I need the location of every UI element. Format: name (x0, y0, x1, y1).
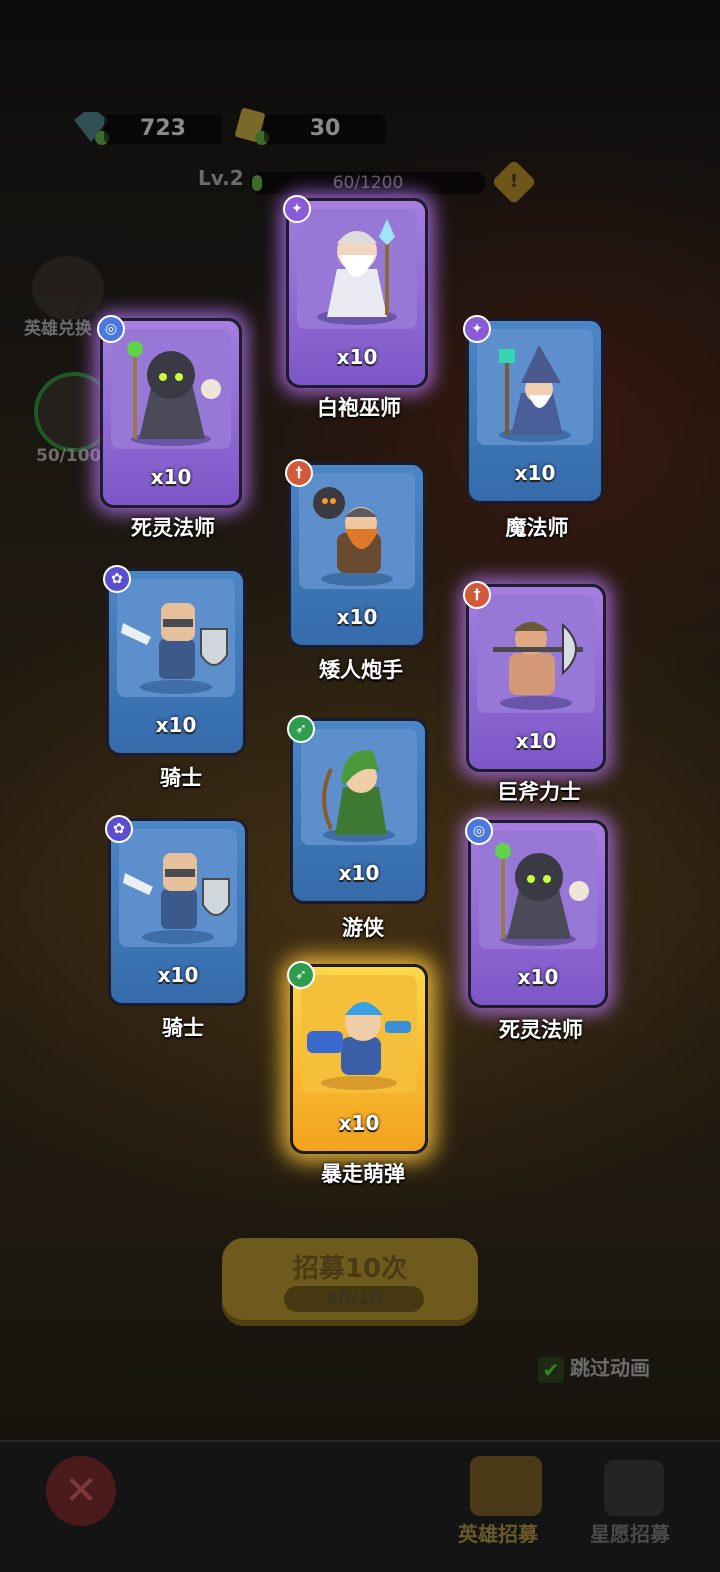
arcane-class-icon: ✦ (283, 195, 311, 223)
hero-card[interactable]: x10 ✿ (105, 815, 248, 1006)
close-icon[interactable]: ✕ (46, 1456, 116, 1526)
hero-count: x10 (336, 605, 378, 629)
hero-name: 矮人炮手 (319, 658, 403, 682)
paw-class-icon: ✿ (103, 565, 131, 593)
hero-portrait-rampage-bomber (301, 975, 417, 1093)
arcane-class-icon: ✦ (463, 315, 491, 343)
checkbox-icon: ✔ (538, 1356, 564, 1383)
dagger-class-icon: † (285, 459, 313, 487)
hero-portrait-knight (117, 579, 235, 697)
hero-card[interactable]: x10 ➶ (287, 715, 428, 904)
hero-count: x10 (514, 461, 556, 485)
dagger-class-icon: † (463, 581, 491, 609)
necromancer-figure-icon (495, 843, 589, 946)
paw-class-icon: ✿ (105, 815, 133, 843)
hero-card[interactable]: x10 † (463, 581, 606, 772)
skip-animation-toggle[interactable]: ✔ 跳过动画 (538, 1352, 650, 1383)
spiral-class-icon: ◎ (97, 315, 125, 343)
knight-figure-icon (121, 603, 228, 694)
hero-count: x10 (155, 713, 197, 737)
mage-figure-icon (499, 345, 571, 442)
hero-card[interactable]: x10 ✿ (103, 565, 246, 756)
bow-class-icon: ➶ (287, 715, 315, 743)
xp-fill (252, 175, 262, 191)
recruit-cost: 30/10 (284, 1286, 424, 1312)
hero-portrait-white-wizard (297, 209, 417, 329)
bow-class-icon: ➶ (287, 961, 315, 989)
spiral-class-icon: ◎ (465, 817, 493, 845)
hero-name: 死灵法师 (131, 516, 215, 540)
hero-count: x10 (338, 1111, 380, 1135)
bomber-figure-icon (307, 1002, 411, 1090)
hero-name: 骑士 (162, 1016, 204, 1040)
player-level: Lv.2 (198, 166, 244, 190)
hero-card[interactable]: x10 ➶ (287, 961, 428, 1154)
axe-warrior-figure-icon (493, 622, 583, 710)
hero-count: x10 (517, 965, 559, 989)
hero-count: x10 (336, 345, 378, 369)
hero-portrait-knight (119, 829, 237, 947)
skip-label: 跳过动画 (570, 1356, 650, 1380)
recruit-10-button[interactable]: 招募10次 30/10 (222, 1238, 478, 1326)
tab-hero-recruit[interactable]: 英雄招募 (458, 1518, 538, 1547)
wizard-figure-icon (317, 219, 397, 325)
hero-name: 魔法师 (505, 516, 569, 540)
necromancer-figure-icon (127, 341, 221, 446)
hero-card[interactable]: x10 ✦ (463, 315, 604, 504)
hero-portrait-ranger (301, 729, 417, 845)
recruit-label: 招募10次 (292, 1254, 408, 1284)
hero-portrait-dwarf-gunner (299, 473, 415, 589)
hero-portrait-necromancer (111, 329, 231, 449)
gem-counter: 723 (104, 114, 222, 144)
star-progress-label: 50/100 (36, 446, 102, 466)
hero-name: 白袍巫师 (317, 396, 401, 420)
hero-recruit-tab-icon[interactable] (470, 1456, 542, 1516)
hero-portrait-axe-warrior (477, 595, 595, 713)
hero-name: 死灵法师 (499, 1018, 583, 1042)
hero-exchange-label: 英雄兑换 (24, 319, 92, 339)
hero-count: x10 (338, 861, 380, 885)
ranger-figure-icon (322, 750, 395, 842)
hero-card[interactable]: x10 † (285, 459, 426, 648)
hero-portrait-mage (477, 329, 593, 445)
hero-name: 巨斧力士 (497, 780, 581, 804)
hero-card[interactable]: x10 ◎ (97, 315, 242, 508)
hero-card[interactable]: x10 ✦ (283, 195, 428, 388)
hero-count: x10 (157, 963, 199, 987)
wish-recruit-tab-icon[interactable] (604, 1460, 664, 1516)
ticket-counter: 30 (264, 114, 386, 144)
hero-count: x10 (515, 729, 557, 753)
hero-exchange-icon[interactable] (32, 256, 104, 320)
hero-portrait-necromancer (479, 831, 597, 949)
xp-text: 60/1200 (332, 173, 404, 193)
hero-name: 骑士 (160, 766, 202, 790)
hero-card[interactable]: x10 ◎ (465, 817, 608, 1008)
tab-wish-recruit[interactable]: 星愿招募 (590, 1518, 670, 1547)
dwarf-figure-icon (313, 487, 393, 586)
xp-bar: 60/1200 (250, 172, 486, 194)
knight-figure-icon (123, 853, 230, 944)
hero-name: 游侠 (342, 916, 384, 940)
warning-icon[interactable]: ! (491, 159, 537, 205)
hero-count: x10 (150, 465, 192, 489)
hero-name: 暴走萌弹 (321, 1162, 405, 1186)
